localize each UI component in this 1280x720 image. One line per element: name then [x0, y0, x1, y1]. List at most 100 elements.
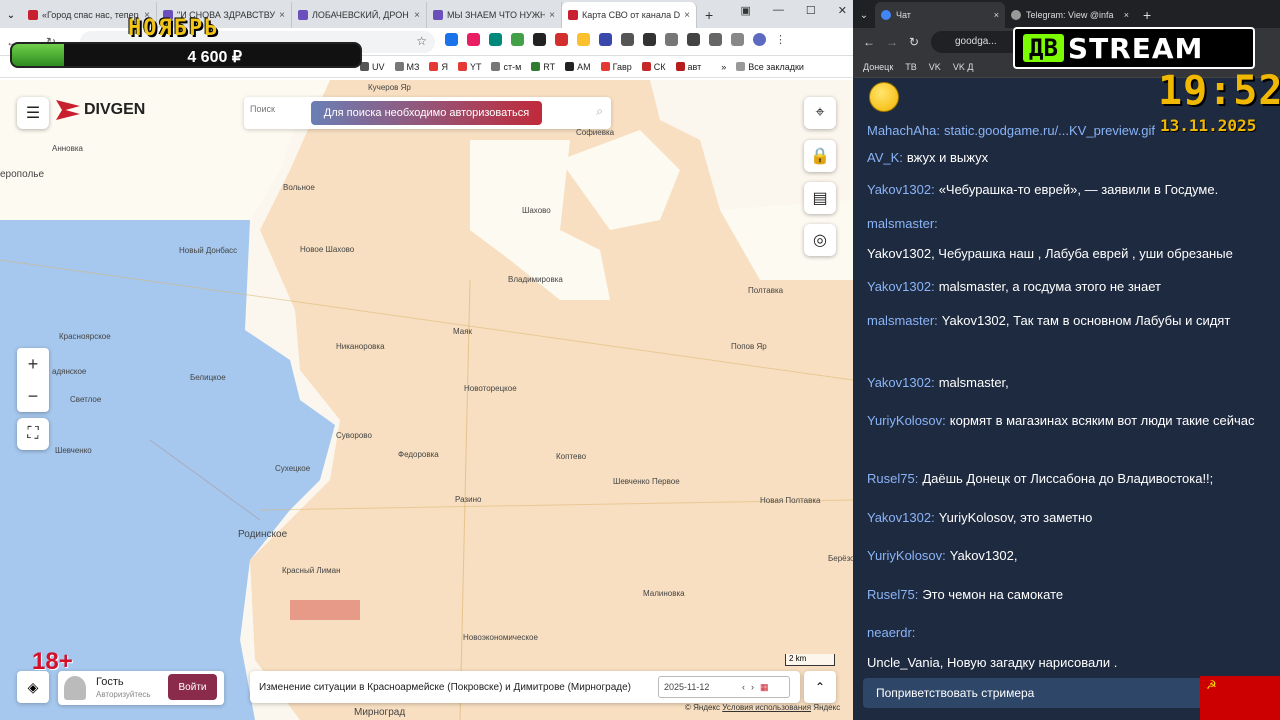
layers-icon[interactable]: ◈	[17, 671, 49, 703]
link-icon[interactable]	[709, 33, 722, 46]
maximize-icon[interactable]: ☐	[806, 4, 816, 17]
chat-username[interactable]: Yakov1302:	[867, 505, 935, 531]
site-logo[interactable]: DIVGEN	[56, 100, 145, 120]
chat-username[interactable]: Yakov1302:	[867, 274, 935, 300]
browser-tab-active[interactable]: Чат ×	[875, 2, 1005, 28]
chevron-right-icon[interactable]: ›	[751, 682, 754, 692]
extension-icon[interactable]	[555, 33, 568, 46]
forward-icon[interactable]: →	[886, 35, 898, 49]
minimize-icon[interactable]: —	[773, 4, 784, 17]
bookmark-item[interactable]: YT	[457, 62, 481, 72]
new-tab-button[interactable]: +	[1143, 7, 1151, 23]
bookmark-item[interactable]: VK Д	[953, 62, 974, 72]
map-place-label: Владимировка	[508, 275, 563, 284]
chat-username[interactable]: YuriyKolosov:	[867, 543, 946, 569]
chat-text: кормят в магазинах всяким вот люди такие…	[949, 413, 1255, 428]
close-icon[interactable]: ×	[1124, 10, 1129, 20]
profile-avatar[interactable]	[753, 33, 766, 46]
search-input[interactable]	[250, 104, 310, 114]
extension-icon[interactable]	[599, 33, 612, 46]
extension-icon[interactable]	[621, 33, 634, 46]
browser-tab[interactable]: МЫ ЗНАЕМ ЧТО НУЖН ×	[427, 2, 562, 28]
chat-message: Rusel75: Это чемон на самокате	[867, 582, 1267, 608]
browser-tab-active[interactable]: Карта СВО от канала D ×	[562, 2, 697, 28]
menu-hamburger-icon[interactable]: ☰	[17, 97, 49, 129]
chat-username[interactable]: AV_K:	[867, 145, 903, 171]
chat-username[interactable]: Yakov1302:	[867, 177, 935, 203]
location-pin-icon[interactable]: ⌖	[804, 97, 836, 129]
tab-favicon	[298, 10, 308, 20]
bookmark-item[interactable]: СК	[641, 62, 666, 72]
tab-groups-icon[interactable]: ▣	[741, 4, 751, 17]
ruler-icon[interactable]: ▤	[804, 182, 836, 214]
zoom-in-button[interactable]: +	[17, 348, 49, 380]
chat-username[interactable]: malsmaster:	[867, 308, 938, 334]
date-picker[interactable]: 2025-11-12 ‹ › ▦	[658, 676, 790, 698]
chat-username[interactable]: neaerdr:	[867, 620, 915, 646]
screenshot-icon[interactable]	[731, 33, 744, 46]
fullscreen-icon[interactable]: ⛶	[17, 418, 49, 450]
user-name: Гость	[96, 676, 124, 688]
bookmark-item[interactable]: UV	[360, 62, 385, 72]
close-icon[interactable]: ×	[279, 10, 285, 21]
all-bookmarks[interactable]: Все закладки	[736, 62, 804, 72]
bookmark-item[interactable]: VK	[929, 62, 941, 72]
search-icon[interactable]: ⌕	[596, 104, 603, 119]
close-icon[interactable]: ×	[684, 10, 690, 21]
chevron-up-icon[interactable]: ⌃	[804, 671, 836, 703]
bookmark-item[interactable]: ст-м	[491, 62, 521, 72]
login-button[interactable]: Войти	[168, 674, 217, 700]
extension-icon[interactable]	[489, 33, 502, 46]
chevron-left-icon[interactable]: ‹	[742, 682, 745, 692]
close-window-icon[interactable]: ✕	[838, 4, 847, 17]
calendar-icon[interactable]: ▦	[760, 682, 769, 693]
chat-username[interactable]: Yakov1302:	[867, 370, 935, 396]
bookmark-star-icon[interactable]: ☆	[416, 34, 427, 48]
terms-link[interactable]: Условия использования	[722, 703, 811, 712]
browser-tab[interactable]: ЛОБАЧЕВСКИЙ, ДРОН ×	[292, 2, 427, 28]
chat-message: Yakov1302: «Чебурашка-то еврей», — заявил…	[867, 177, 1267, 203]
zoom-out-button[interactable]: −	[17, 380, 49, 412]
tab-search-icon[interactable]: ⌄	[0, 10, 22, 21]
map-place-label: Шахово	[522, 206, 551, 215]
extension-icon[interactable]	[643, 33, 656, 46]
status-title: Изменение ситуации в Красноармейске (Пок…	[259, 681, 631, 693]
map-place-label: адянское	[52, 367, 87, 376]
bookmark-item[interactable]: Гавр	[600, 62, 632, 72]
extension-icon[interactable]	[577, 33, 590, 46]
map-place-label: Вольное	[283, 183, 315, 192]
bookmark-item[interactable]: AM	[565, 62, 591, 72]
close-icon[interactable]: ×	[994, 10, 999, 20]
window-controls: ▣ — ☐ ✕	[741, 4, 848, 17]
bookmark-item[interactable]: Я	[429, 62, 448, 72]
back-icon[interactable]: ←	[863, 35, 875, 49]
target-icon[interactable]: ◎	[804, 224, 836, 256]
new-tab-button[interactable]: +	[705, 7, 713, 23]
bookmark-item[interactable]: Донецк	[863, 62, 893, 72]
chat-username[interactable]: MahachAha:	[867, 118, 940, 144]
lock-icon[interactable]: 🔒	[804, 140, 836, 172]
close-icon[interactable]: ×	[414, 10, 420, 21]
chat-username[interactable]: YuriyKolosov:	[867, 408, 946, 434]
chat-username[interactable]: malsmaster:	[867, 211, 938, 237]
extension-icon[interactable]	[511, 33, 524, 46]
bookmark-item[interactable]: RT	[531, 62, 555, 72]
chat-username[interactable]: Rusel75:	[867, 582, 918, 608]
tab-search-icon[interactable]: ⌄	[853, 10, 875, 21]
chat-text[interactable]: static.goodgame.ru/...KV_preview.gif	[944, 118, 1155, 144]
bookmark-item[interactable]: авт	[675, 62, 701, 72]
reload-icon[interactable]: ↻	[909, 35, 919, 49]
bookmark-item[interactable]: МЗ	[394, 62, 419, 72]
map-canvas[interactable]: Кучеров Яр Анновка Софиевка ерополье Вол…	[0, 80, 853, 720]
browser-tab[interactable]: Telegram: View @infa ×	[1005, 2, 1135, 28]
extensions-puzzle-icon[interactable]	[665, 33, 678, 46]
key-icon[interactable]	[687, 33, 700, 46]
extension-icon[interactable]	[533, 33, 546, 46]
bookmarks-overflow-icon[interactable]: »	[721, 62, 726, 72]
extension-icon[interactable]	[467, 33, 480, 46]
chat-username[interactable]: Rusel75:	[867, 466, 918, 492]
extension-icon[interactable]	[445, 33, 458, 46]
close-icon[interactable]: ×	[549, 10, 555, 21]
menu-kebab-icon[interactable]: ⋮	[775, 33, 786, 46]
bookmark-item[interactable]: ТВ	[905, 62, 917, 72]
